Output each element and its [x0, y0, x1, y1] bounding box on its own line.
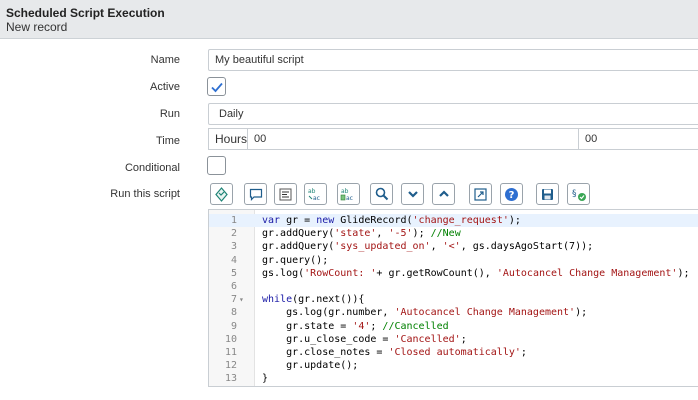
expand-icon — [438, 190, 449, 197]
code-line[interactable]: 6 — [209, 280, 698, 293]
collapse-button[interactable] — [401, 183, 424, 205]
svg-text:ab: ab — [341, 188, 349, 195]
code-line[interactable]: 4 gr.query(); — [209, 254, 698, 267]
help-button[interactable]: ? — [500, 183, 523, 205]
syntax-check-icon: § — [572, 189, 586, 201]
svg-text:§: § — [572, 189, 577, 199]
svg-text:ac: ac — [313, 195, 320, 202]
script-editor[interactable]: 1 var gr = new GlideRecord('change_reques… — [208, 209, 698, 387]
code-text: gr.addQuery('sys_updated_on', '<', gs.da… — [262, 241, 594, 253]
line-number: 1 — [230, 215, 237, 226]
active-checkbox[interactable] — [207, 77, 226, 96]
search-icon — [375, 187, 388, 201]
code-line[interactable]: 5 gs.log('RowCount: '+ gr.getRowCount(), … — [209, 267, 698, 280]
code-text: var gr = new GlideRecord('change_request… — [262, 215, 521, 226]
form-title: Scheduled Script Execution — [6, 6, 165, 20]
time-label: Time — [155, 135, 180, 147]
code-line[interactable]: 2 gr.addQuery('state', '-5'); //New — [209, 227, 698, 240]
toggle-comment-button[interactable] — [244, 183, 267, 205]
replace-all-button[interactable]: ab ac — [337, 183, 360, 205]
replace-all-icon: ab ac — [340, 188, 353, 202]
svg-text:ab: ab — [308, 188, 316, 195]
code-line[interactable]: 9 gr.state = '4'; //Cancelled — [209, 320, 698, 333]
form-subtitle: New record — [6, 20, 68, 34]
search-button[interactable] — [370, 183, 393, 205]
line-number: 5 — [230, 267, 237, 279]
code-text: } — [262, 373, 269, 385]
replace-button[interactable]: ab ac — [304, 183, 327, 205]
expand-button[interactable] — [432, 183, 455, 205]
code-line[interactable]: 1 var gr = new GlideRecord('change_reques… — [209, 214, 698, 227]
help-icon: ? — [505, 187, 518, 201]
format-code-button[interactable] — [274, 183, 297, 205]
code-text: gs.log(gr.number, 'Autocancel Change Man… — [262, 307, 588, 319]
code-text: gr.state = '4'; //Cancelled — [262, 320, 449, 332]
line-number: 2 — [230, 228, 237, 240]
fullscreen-icon — [474, 187, 487, 201]
svg-text:ac: ac — [346, 195, 353, 202]
fold-arrow-icon[interactable]: ▾ — [239, 293, 244, 306]
line-number: 10 — [224, 333, 237, 345]
code-line[interactable]: 8 gs.log(gr.number, 'Autocancel Change M… — [209, 306, 698, 319]
conditional-label: Conditional — [124, 162, 180, 174]
script-include-button[interactable] — [210, 183, 233, 205]
run-select[interactable]: Daily — [208, 103, 698, 125]
code-text: gr.u_close_code = 'Cancelled'; — [262, 333, 467, 345]
save-button[interactable] — [536, 183, 559, 205]
code-text: gr.addQuery('state', '-5'); //New — [262, 228, 461, 240]
script-label: Run this script — [110, 188, 180, 200]
replace-icon: ab ac — [308, 188, 320, 202]
line-number: 6 — [230, 281, 237, 292]
code-line[interactable]: 11 gr.close_notes = 'Closed automaticall… — [209, 346, 698, 359]
line-number: 8 — [230, 307, 237, 319]
checkmark-icon — [211, 82, 223, 93]
line-number: 4 — [230, 254, 237, 266]
line-number: 13 — [224, 373, 237, 385]
code-text: gr.close_notes = 'Closed automatically'; — [262, 347, 527, 358]
code-text: gr.query(); — [262, 254, 329, 266]
form-header: Scheduled Script Execution New record — [0, 0, 698, 39]
time-hours-label: Hours — [208, 128, 248, 150]
line-number: 11 — [224, 347, 237, 358]
line-number: 3 — [230, 241, 237, 253]
comment-icon — [249, 188, 262, 201]
format-code-icon — [279, 188, 292, 200]
code-text: gs.log('RowCount: '+ gr.getRowCount(), '… — [262, 267, 690, 279]
code-line[interactable]: 10 gr.u_close_code = 'Cancelled'; — [209, 333, 698, 346]
line-number: 7 — [230, 294, 237, 306]
svg-text:?: ? — [509, 190, 515, 201]
run-label: Run — [159, 108, 180, 120]
active-label: Active — [150, 81, 180, 93]
save-icon — [542, 188, 553, 200]
line-number: 12 — [224, 360, 237, 372]
syntax-check-button[interactable]: § — [567, 183, 590, 205]
name-field[interactable]: My beautiful script — [208, 49, 698, 71]
code-line[interactable]: 13} — [209, 372, 698, 385]
script-include-icon — [215, 186, 228, 202]
name-label: Name — [150, 54, 180, 66]
code-line[interactable]: 3 gr.addQuery('sys_updated_on', '<', gs.d… — [209, 240, 698, 253]
time-minutes-input[interactable]: 00 — [578, 128, 698, 150]
code-line[interactable]: 12 gr.update(); — [209, 359, 698, 372]
code-text: while(gr.next()){ — [262, 294, 365, 306]
collapse-icon — [407, 191, 418, 198]
code-text: gr.update(); — [262, 360, 359, 372]
line-number: 9 — [230, 320, 237, 332]
code-line[interactable]: 7 ▾ while(gr.next()){ — [209, 293, 698, 306]
fullscreen-button[interactable] — [469, 183, 492, 205]
conditional-checkbox[interactable] — [207, 156, 226, 175]
time-hours-input[interactable]: 00 — [247, 128, 579, 150]
